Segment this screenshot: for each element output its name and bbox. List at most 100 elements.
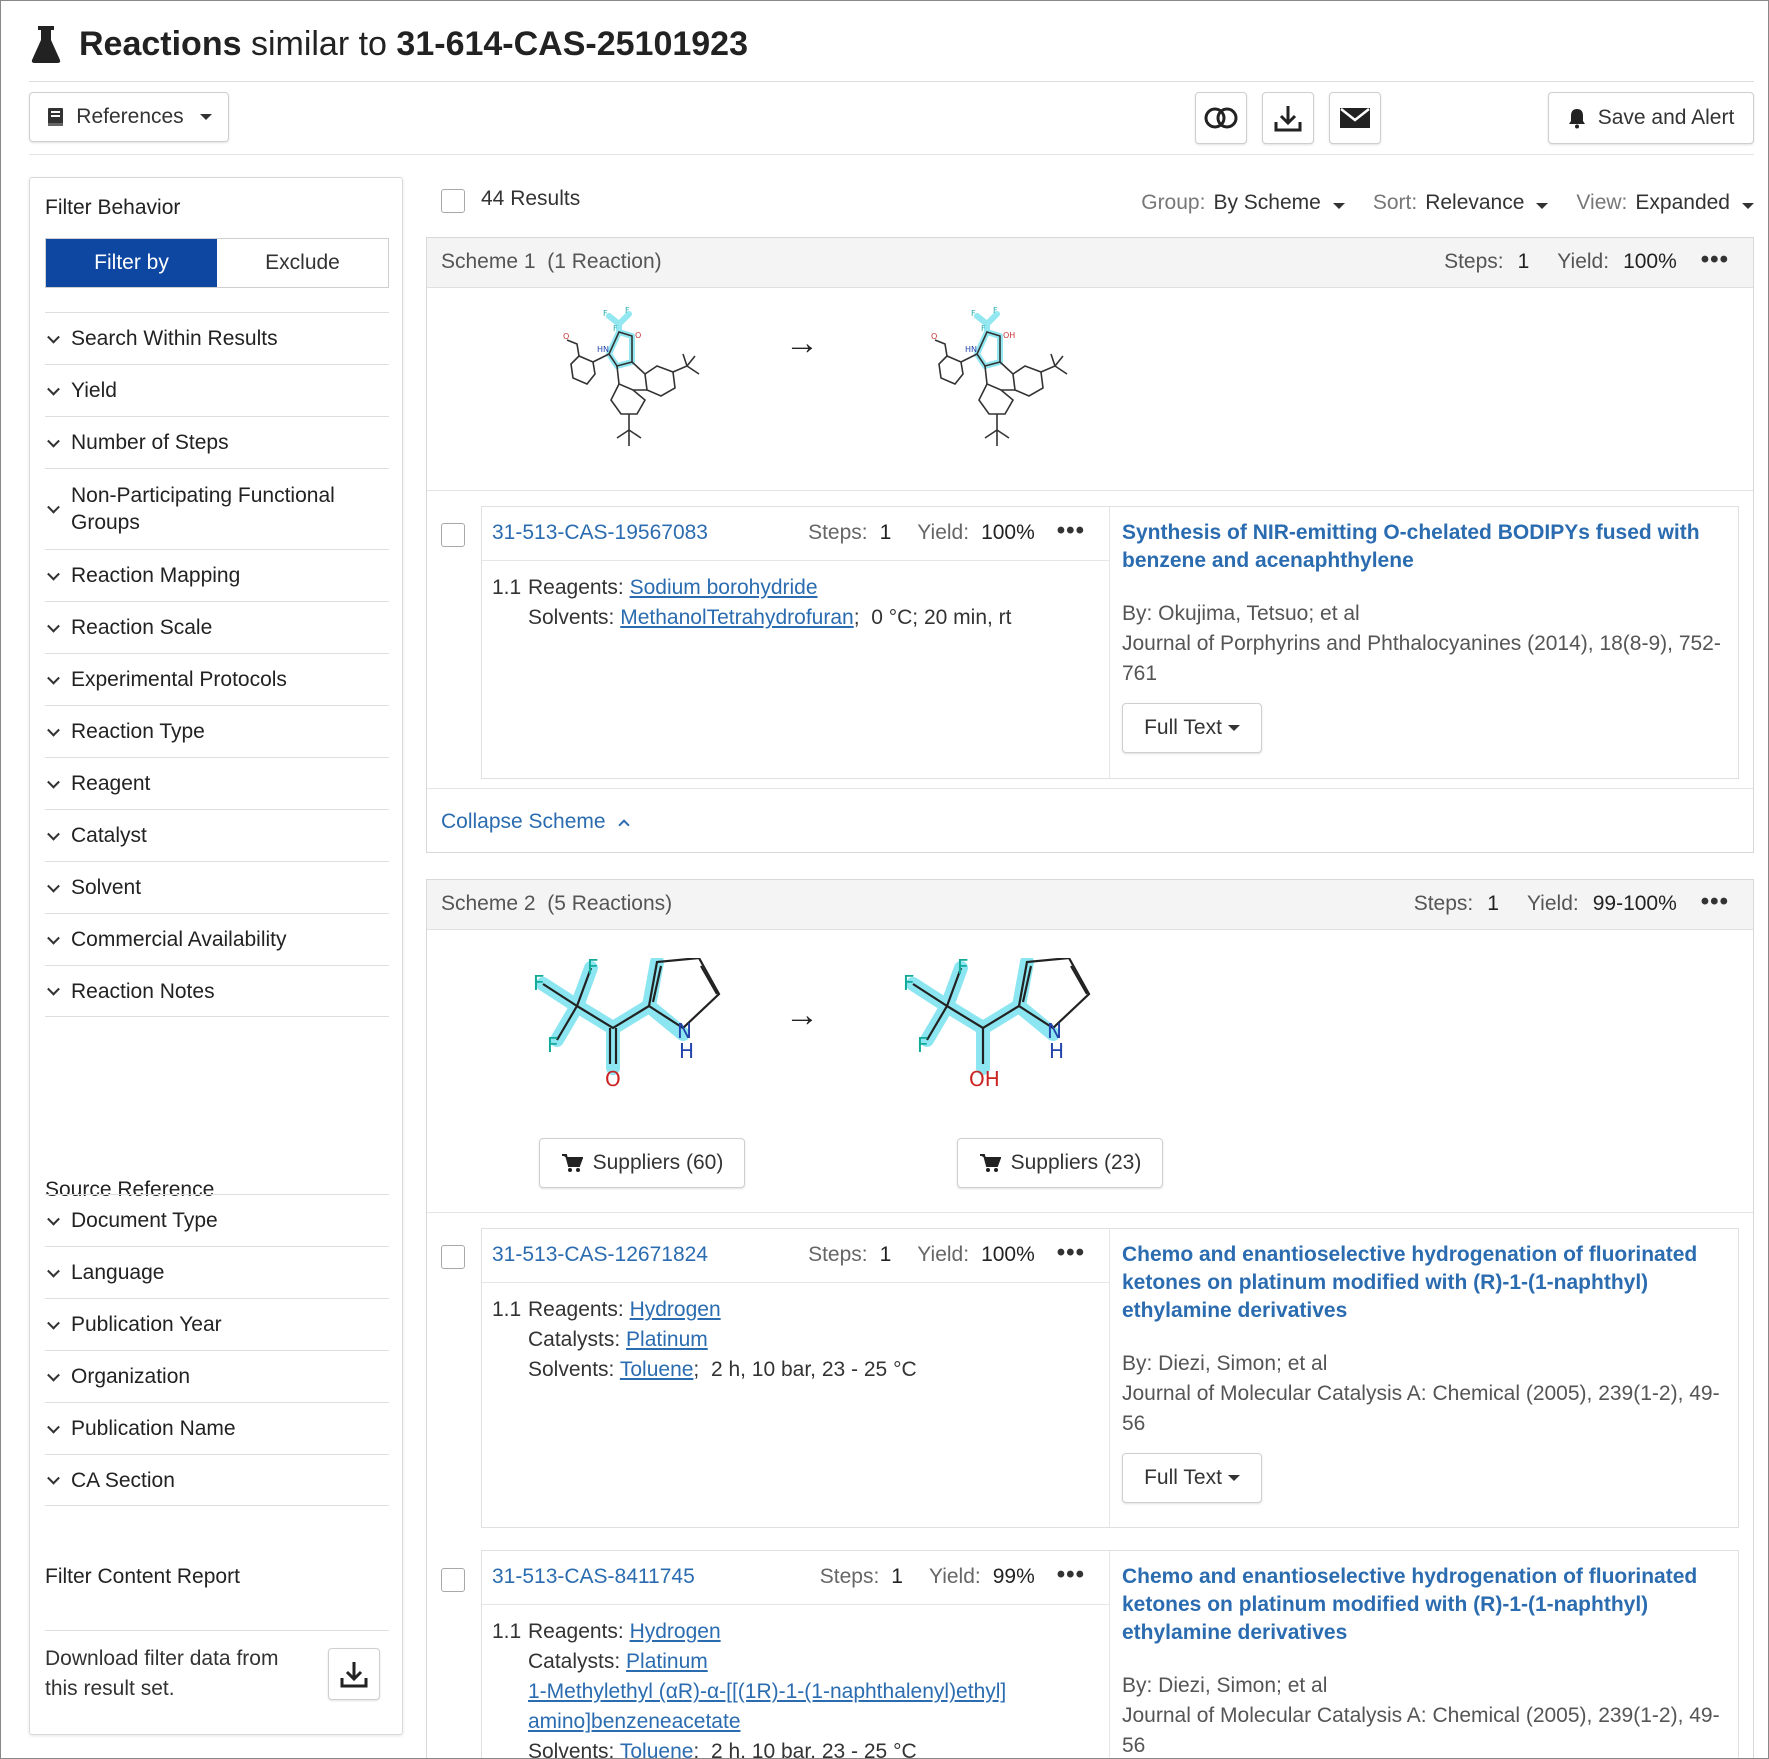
reference-authors: By: Okujima, Tetsuo; et al xyxy=(1122,602,1360,625)
filter-by-option[interactable]: Filter by xyxy=(46,239,217,287)
sort-dropdown[interactable]: Sort: Relevance xyxy=(1373,191,1549,215)
filter-item-label: Solvent xyxy=(71,876,142,899)
filter-item-label: Organization xyxy=(71,1365,191,1388)
book-icon xyxy=(48,108,64,126)
reaction-checkbox[interactable] xyxy=(441,1568,465,1592)
filter-item[interactable]: Document Type xyxy=(45,1194,389,1246)
filter-item[interactable]: Reaction Type xyxy=(45,705,389,757)
filter-item-label: Yield xyxy=(71,379,117,402)
reaction-id-link[interactable]: 31-513-CAS-12671824 xyxy=(492,1243,708,1267)
filter-item[interactable]: Yield xyxy=(45,364,389,416)
filter-item-label: Document Type xyxy=(71,1209,218,1232)
reaction-checkbox[interactable] xyxy=(441,523,465,547)
reactant-structure[interactable]: F F F O N H xyxy=(533,958,743,1098)
filter-item[interactable]: Reaction Scale xyxy=(45,601,389,653)
reaction-id-link[interactable]: 31-513-CAS-19567083 xyxy=(492,521,708,545)
reference-title-link[interactable]: Chemo and enantioselective hydrogenation… xyxy=(1122,1241,1724,1325)
reference-title-link[interactable]: Chemo and enantioselective hydrogenation… xyxy=(1122,1563,1724,1647)
reference-title-link[interactable]: Synthesis of NIR-emitting O-chelated BOD… xyxy=(1122,519,1724,575)
compare-button[interactable] xyxy=(1195,92,1247,144)
download-button[interactable] xyxy=(1262,92,1314,144)
svg-text:O: O xyxy=(563,332,569,341)
more-options-icon[interactable]: ••• xyxy=(1701,890,1729,916)
filter-item[interactable]: Catalyst xyxy=(45,809,389,861)
reference-meta: By: Diezi, Simon; et al Journal of Molec… xyxy=(1122,1671,1724,1758)
exclude-option[interactable]: Exclude xyxy=(217,239,388,287)
download-icon xyxy=(340,1662,368,1688)
filter-item[interactable]: Solvent xyxy=(45,861,389,913)
reaction-arrow: → xyxy=(785,996,819,1034)
references-label: References xyxy=(76,105,184,128)
filter-item[interactable]: Experimental Protocols xyxy=(45,653,389,705)
results-header: 44 Results Group: By Scheme Sort: Relevanc… xyxy=(441,187,1754,221)
filter-item[interactable]: Reaction Mapping xyxy=(45,549,389,601)
reagent-link[interactable]: Sodium borohydride xyxy=(630,576,818,599)
download-filter-data-button[interactable] xyxy=(328,1648,380,1700)
full-text-dropdown[interactable]: Full Text xyxy=(1122,1453,1262,1503)
solvent-link[interactable]: Toluene xyxy=(620,1740,694,1758)
svg-text:OH: OH xyxy=(1003,331,1015,340)
filter-item[interactable]: Language xyxy=(45,1246,389,1298)
catalyst-link[interactable]: 1-Methylethyl (αR)-α-[[(1R)-1-(1-naphtha… xyxy=(528,1680,1006,1733)
reaction-card: 31-513-CAS-12671824 Steps: 1 Yield: 100% •… xyxy=(481,1228,1739,1528)
more-options-icon[interactable]: ••• xyxy=(1701,248,1729,274)
full-text-dropdown[interactable]: Full Text xyxy=(1122,703,1262,753)
catalyst-link[interactable]: Platinum xyxy=(626,1650,708,1673)
chevron-up-icon xyxy=(617,818,630,831)
scheme-divider xyxy=(427,490,1753,491)
more-options-icon[interactable]: ••• xyxy=(1057,1563,1085,1589)
reaction-checkbox[interactable] xyxy=(441,1245,465,1269)
filter-list: Search Within Results Yield Number of Step… xyxy=(45,312,389,1017)
filter-item[interactable]: Reagent xyxy=(45,757,389,809)
scheme-header: Scheme 1 (1 Reaction) Steps: 1 Yield: 100%… xyxy=(427,238,1753,288)
reaction-stats: Steps: 1 Yield: 99% ••• xyxy=(819,1561,1085,1589)
chevron-down-icon xyxy=(47,931,60,945)
references-dropdown[interactable]: References xyxy=(29,92,229,142)
filter-item[interactable]: Publication Year xyxy=(45,1298,389,1350)
filter-item-label: CA Section xyxy=(71,1468,175,1492)
reaction-conditions: 1.1 Reagents: Hydrogen Catalysts: Platinu… xyxy=(482,1605,1109,1758)
reaction-id-link[interactable]: 31-513-CAS-8411745 xyxy=(492,1565,695,1589)
collapse-scheme-link[interactable]: Collapse Scheme xyxy=(441,810,630,834)
reference-details: Synthesis of NIR-emitting O-chelated BOD… xyxy=(1122,519,1724,753)
filter-item[interactable]: Organization xyxy=(45,1350,389,1402)
filter-item-label: Catalyst xyxy=(71,824,147,847)
reference-journal: Journal of Molecular Catalysis A: Chemic… xyxy=(1122,1382,1720,1435)
reactant-structure[interactable]: F F F O HN O xyxy=(557,304,727,454)
email-button[interactable] xyxy=(1329,92,1381,144)
product-structure[interactable]: F F F OH N H xyxy=(903,958,1113,1098)
filter-item[interactable]: Publication Name xyxy=(45,1402,389,1454)
filter-item[interactable]: Commercial Availability xyxy=(45,913,389,965)
svg-text:F: F xyxy=(957,958,969,979)
reagent-link[interactable]: Hydrogen xyxy=(630,1298,721,1321)
catalyst-link[interactable]: Platinum xyxy=(626,1328,708,1351)
filter-item[interactable]: Number of Steps xyxy=(45,416,389,468)
solvent-link[interactable]: Toluene xyxy=(620,1358,694,1381)
view-dropdown[interactable]: View: Expanded xyxy=(1576,191,1754,215)
suppliers-button[interactable]: Suppliers (23) xyxy=(957,1138,1163,1188)
cart-icon xyxy=(979,1154,1001,1172)
caret-down-icon xyxy=(1742,203,1754,209)
product-structure[interactable]: F F F OH HN O xyxy=(925,304,1095,454)
filter-item[interactable]: CA Section xyxy=(45,1454,389,1506)
filter-item[interactable]: Reaction Notes xyxy=(45,965,389,1017)
more-options-icon[interactable]: ••• xyxy=(1057,1241,1085,1267)
svg-text:F: F xyxy=(613,324,618,333)
filter-item-label: Reaction Type xyxy=(71,720,205,743)
filter-item[interactable]: Search Within Results xyxy=(45,312,389,364)
svg-text:O: O xyxy=(635,331,641,340)
chevron-down-icon xyxy=(47,671,60,685)
save-and-alert-button[interactable]: Save and Alert xyxy=(1548,92,1754,144)
chevron-down-icon xyxy=(47,382,60,396)
suppliers-button[interactable]: Suppliers (60) xyxy=(539,1138,745,1188)
flask-icon xyxy=(31,26,61,63)
solvent-link[interactable]: MethanolTetrahydrofuran xyxy=(620,606,853,629)
group-dropdown[interactable]: Group: By Scheme xyxy=(1141,191,1345,215)
more-options-icon[interactable]: ••• xyxy=(1057,519,1085,545)
chevron-down-icon xyxy=(47,1316,60,1330)
reagent-link[interactable]: Hydrogen xyxy=(630,1620,721,1643)
select-all-checkbox[interactable] xyxy=(441,189,465,213)
chevron-down-icon xyxy=(47,1264,60,1278)
filter-item[interactable]: Non-Participating Functional Groups xyxy=(45,468,389,549)
svg-text:H: H xyxy=(679,1039,694,1063)
